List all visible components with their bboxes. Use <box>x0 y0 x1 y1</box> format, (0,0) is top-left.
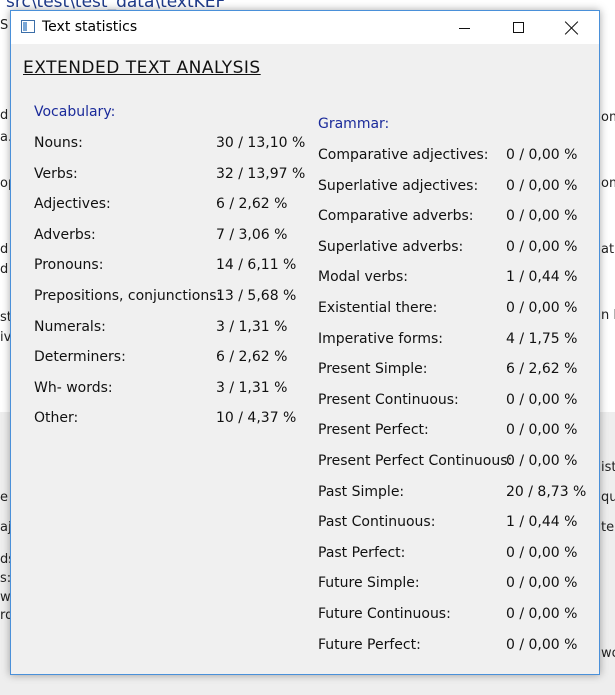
grammar-label: Future Continuous: <box>318 606 451 622</box>
maximize-icon <box>512 22 524 33</box>
background-text-fragment: at <box>601 242 615 257</box>
grammar-label: Past Continuous: <box>318 514 436 531</box>
minimize-button[interactable] <box>441 11 487 44</box>
grammar-value: 0 / 0,00 % <box>506 606 578 622</box>
background-text-fragment: ist <box>601 460 615 475</box>
grammar-value: 0 / 0,00 % <box>506 453 578 469</box>
vocabulary-value: 30 / 13,10 % <box>216 135 306 151</box>
minimize-icon <box>458 28 470 29</box>
background-text-fragment: S <box>0 18 9 33</box>
vocabulary-value: 7 / 3,06 % <box>216 226 288 243</box>
grammar-value: 6 / 2,62 % <box>506 361 578 378</box>
vocabulary-label: Nouns: <box>34 135 83 151</box>
background-text-fragment: wo <box>601 646 615 661</box>
maximize-button[interactable] <box>495 11 541 44</box>
vocabulary-label: Adjectives: <box>34 196 111 213</box>
vocabulary-label: Verbs: <box>34 165 78 182</box>
grammar-label: Past Simple: <box>318 483 405 500</box>
grammar-label: Future Perfect: <box>318 636 421 653</box>
grammar-label: Present Perfect Continuous: <box>318 453 513 469</box>
vocabulary-label: Wh- words: <box>34 379 113 396</box>
background-text-fragment: n N <box>601 308 615 323</box>
vocabulary-label: Other: <box>34 410 79 427</box>
grammar-label: Present Perfect: <box>318 422 429 439</box>
grammar-value: 1 / 0,44 % <box>506 269 578 286</box>
grammar-label: Present Continuous: <box>318 391 459 408</box>
vocabulary-value: 6 / 2,62 % <box>216 196 288 213</box>
grammar-label: Superlative adverbs: <box>318 238 464 255</box>
grammar-value: 0 / 0,00 % <box>506 391 578 408</box>
grammar-label: Past Perfect: <box>318 544 406 561</box>
grammar-title: Grammar: <box>318 116 390 132</box>
background-text-fragment: om <box>601 110 615 125</box>
grammar-label: Future Simple: <box>318 575 420 592</box>
vocabulary-value: 13 / 5,68 % <box>216 288 297 304</box>
background-text-fragment: qu <box>601 490 615 505</box>
grammar-value: 20 / 8,73 % <box>506 483 587 500</box>
vocabulary-value: 6 / 2,62 % <box>216 349 288 366</box>
grammar-value: 0 / 0,00 % <box>506 238 578 255</box>
vocabulary-value: 32 / 13,97 % <box>216 165 306 182</box>
background-text-fragment: om <box>601 176 615 191</box>
grammar-value: 0 / 0,00 % <box>506 300 578 316</box>
background-text-fragment: d <box>0 242 9 257</box>
page-title: EXTENDED TEXT ANALYSIS <box>23 58 261 78</box>
vocabulary-title: Vocabulary: <box>34 104 116 120</box>
grammar-label: Modal verbs: <box>318 269 409 286</box>
vocabulary-label: Prepositions, conjunctions: <box>34 288 222 304</box>
close-button[interactable] <box>549 11 595 44</box>
close-icon <box>565 21 579 35</box>
background-text-fragment: d <box>0 108 9 123</box>
grammar-label: Comparative adverbs: <box>318 208 474 225</box>
vocabulary-label: Pronouns: <box>34 257 104 274</box>
vocabulary-value: 3 / 1,31 % <box>216 318 288 335</box>
grammar-label: Existential there: <box>318 300 438 316</box>
grammar-value: 0 / 0,00 % <box>506 147 578 163</box>
title-bar[interactable]: Text statistics <box>11 11 599 44</box>
grammar-value: 0 / 0,00 % <box>506 208 578 225</box>
grammar-value: 0 / 0,00 % <box>506 177 578 194</box>
grammar-label: Comparative adjectives: <box>318 147 489 163</box>
vocabulary-value: 10 / 4,37 % <box>216 410 297 427</box>
grammar-value: 4 / 1,75 % <box>506 330 578 347</box>
grammar-label: Imperative forms: <box>318 330 443 347</box>
vocabulary-value: 14 / 6,11 % <box>216 257 297 274</box>
grammar-value: 1 / 0,44 % <box>506 514 578 531</box>
background-text-fragment: e <box>0 490 8 505</box>
application-icon <box>21 20 35 33</box>
grammar-value: 0 / 0,00 % <box>506 636 578 653</box>
vocabulary-label: Determiners: <box>34 349 126 366</box>
grammar-value: 0 / 0,00 % <box>506 544 578 561</box>
vocabulary-label: Numerals: <box>34 318 106 335</box>
grammar-label: Superlative adjectives: <box>318 177 479 194</box>
vocabulary-label: Adverbs: <box>34 226 96 243</box>
background-text-fragment: ter <box>601 520 615 535</box>
text-statistics-dialog: Text statistics EXTENDED TEXT ANALYSIS V… <box>10 10 600 675</box>
grammar-value: 0 / 0,00 % <box>506 575 578 592</box>
grammar-label: Present Simple: <box>318 361 428 378</box>
grammar-value: 0 / 0,00 % <box>506 422 578 439</box>
vocabulary-value: 3 / 1,31 % <box>216 379 288 396</box>
window-title: Text statistics <box>42 19 138 35</box>
